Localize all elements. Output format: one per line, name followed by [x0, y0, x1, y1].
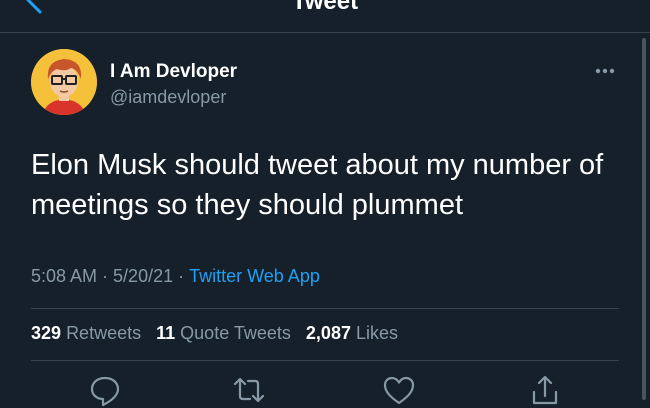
share-icon — [532, 375, 558, 405]
tweet-source-link[interactable]: Twitter Web App — [189, 266, 320, 286]
page-title: Tweet — [291, 0, 359, 15]
avatar-illustration-icon — [31, 49, 97, 115]
share-button[interactable] — [527, 372, 563, 408]
retweets-stat[interactable]: 329 Retweets — [31, 323, 141, 343]
likes-stat[interactable]: 2,087 Likes — [306, 323, 398, 343]
likes-count: 2,087 — [305, 323, 351, 343]
divider — [31, 308, 619, 309]
tweet-stats: 329 Retweets 11 Quote Tweets 2,087 Likes — [31, 323, 408, 344]
tweet-text: Elon Musk should tweet about my number o… — [31, 149, 604, 221]
separator: · — [102, 266, 109, 286]
user-handle[interactable]: @iamdevloper — [110, 87, 226, 108]
tweet-metadata: 5:08 AM · 5/20/21 · Twitter Web App — [31, 266, 320, 287]
tweet-date[interactable]: 5/20/21 — [113, 266, 173, 286]
quote-tweets-stat[interactable]: 11 Quote Tweets — [156, 323, 291, 343]
retweets-label: Retweets — [66, 323, 142, 343]
separator: · — [178, 266, 185, 286]
more-options-button[interactable] — [588, 60, 622, 82]
divider — [31, 360, 619, 361]
more-horizontal-icon — [595, 68, 615, 74]
reply-button[interactable] — [87, 372, 123, 408]
retweet-icon — [233, 377, 265, 403]
top-navigation-bar: Tweet — [0, 0, 650, 33]
avatar[interactable] — [31, 49, 97, 115]
like-button[interactable] — [381, 372, 417, 408]
reply-icon — [90, 376, 120, 407]
like-icon — [383, 376, 415, 405]
retweets-count: 329 — [31, 323, 62, 343]
display-name[interactable]: I Am Devloper — [110, 61, 237, 83]
quote-tweets-count: 11 — [156, 323, 176, 343]
scrollbar[interactable] — [642, 38, 646, 400]
likes-label: Likes — [355, 323, 399, 343]
retweet-button[interactable] — [231, 372, 267, 408]
quote-tweets-label: Quote Tweets — [180, 323, 291, 343]
tweet-time[interactable]: 5:08 AM — [31, 266, 97, 286]
